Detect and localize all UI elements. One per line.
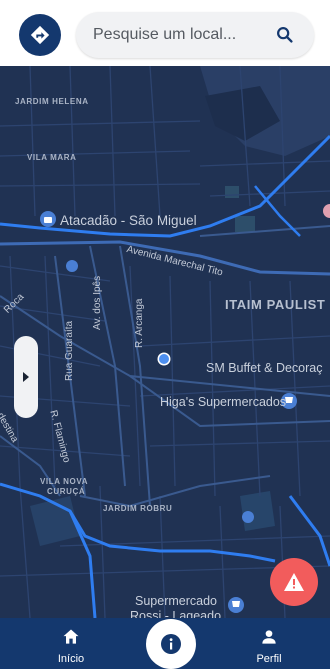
label-r-arcanga: R. Arcanga: [134, 298, 145, 348]
info-icon: [161, 634, 181, 654]
label-rossi-lageado: Rossi - Lageado: [130, 609, 222, 618]
top-bar: Pesquise um local...: [0, 0, 330, 66]
info-button[interactable]: [146, 619, 196, 669]
label-jardim-robru: JARDIM ROBRU: [103, 504, 173, 513]
map-roads: [0, 66, 330, 618]
nav-home[interactable]: Início: [31, 618, 111, 669]
search-input[interactable]: Pesquise um local...: [93, 26, 236, 44]
directions-button[interactable]: [19, 14, 61, 56]
nav-home-label: Início: [57, 653, 85, 665]
home-icon: [63, 629, 79, 644]
label-jardim-helena: JARDIM HELENA: [15, 97, 89, 106]
person-icon: [262, 630, 276, 644]
nav-profile-label: Perfil: [256, 653, 282, 665]
label-sm-buffet: SM Buffet & Decoraç: [206, 361, 323, 375]
side-panel-toggle[interactable]: [14, 336, 38, 418]
label-higas: Higa's Supermercados: [160, 395, 287, 409]
label-vila-nova: VILA NOVA: [40, 477, 89, 486]
warning-icon: [284, 573, 304, 591]
search-icon[interactable]: [274, 24, 296, 46]
chevron-right-icon: [23, 372, 29, 382]
search-bar[interactable]: Pesquise um local...: [76, 12, 314, 58]
label-rua-guaraita: Rua Guaraíta: [64, 320, 75, 381]
map-view[interactable]: JARDIM HELENA VILA MARA Atacadão - São M…: [0, 66, 330, 618]
directions-icon: [30, 25, 50, 45]
label-itaim-paulista: ITAIM PAULIST: [225, 297, 326, 312]
label-atacadao: Atacadão - São Miguel: [60, 213, 197, 228]
label-av-dos-ipes: Av. dos Ipês: [92, 275, 103, 330]
report-alert-button[interactable]: [270, 558, 318, 606]
label-supermercado: Supermercado: [135, 594, 217, 608]
label-vila-mara: VILA MARA: [27, 153, 77, 162]
nav-profile[interactable]: Perfil: [229, 618, 309, 669]
label-curuca: CURUÇÁ: [47, 487, 86, 496]
